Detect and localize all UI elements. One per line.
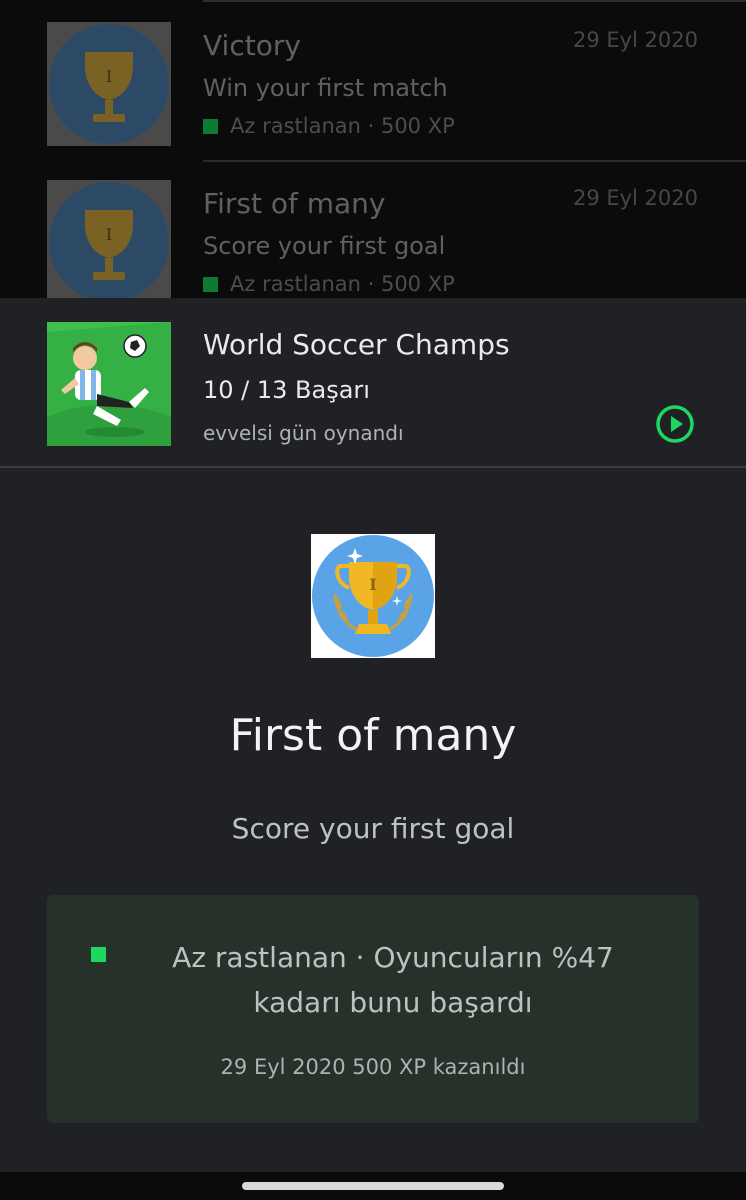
trophy-icon: I <box>311 534 435 658</box>
rarity-indicator <box>91 947 106 962</box>
home-gesture-handle[interactable] <box>242 1182 504 1190</box>
svg-text:I: I <box>106 67 112 86</box>
rarity-indicator <box>203 276 218 292</box>
achievement-title: First of many <box>203 187 386 220</box>
game-title: World Soccer Champs <box>203 328 510 361</box>
achievement-meta-text: Az rastlanan · 500 XP <box>230 272 455 296</box>
trophy-icon: I <box>47 22 171 146</box>
achievement-meta: Az rastlanan · 500 XP <box>203 114 455 138</box>
achievement-row[interactable]: I First of many Score your first goal Az… <box>0 160 746 320</box>
svg-text:I: I <box>369 575 376 594</box>
svg-text:I: I <box>106 225 112 244</box>
achievement-description: Score your first goal <box>231 812 515 845</box>
play-circle-icon[interactable] <box>655 404 695 444</box>
rarity-text: Az rastlanan · Oyuncuların %47 kadarı bu… <box>172 941 614 1019</box>
rarity-indicator <box>203 118 218 134</box>
achievement-meta: Az rastlanan · 500 XP <box>203 272 455 296</box>
achievement-meta-text: Az rastlanan · 500 XP <box>230 114 455 138</box>
achievement-description: Score your first goal <box>203 232 446 260</box>
trophy-icon: I <box>47 180 171 304</box>
achievement-list: I Victory Win your first match Az rastla… <box>0 0 746 304</box>
achievement-description: Win your first match <box>203 74 448 102</box>
achievement-title: First of many <box>229 710 517 761</box>
achievement-title: Victory <box>203 29 301 62</box>
game-header[interactable]: World Soccer Champs 10 / 13 Başarı evvel… <box>0 298 746 468</box>
achievement-date: 29 Eyl 2020 <box>572 186 698 210</box>
achievement-progress: 10 / 13 Başarı <box>203 376 370 404</box>
rarity-card: Az rastlanan · Oyuncuların %47 kadarı bu… <box>47 895 699 1123</box>
earned-info: 29 Eyl 2020 500 XP kazanıldı <box>220 1055 526 1079</box>
achievement-detail-sheet: World Soccer Champs 10 / 13 Başarı evvel… <box>0 298 746 1172</box>
last-played: evvelsi gün oynandı <box>203 421 404 445</box>
game-icon <box>47 322 171 446</box>
achievement-date: 29 Eyl 2020 <box>572 28 698 52</box>
navigation-bar <box>0 1172 746 1200</box>
achievement-row[interactable]: I Victory Win your first match Az rastla… <box>0 2 746 162</box>
